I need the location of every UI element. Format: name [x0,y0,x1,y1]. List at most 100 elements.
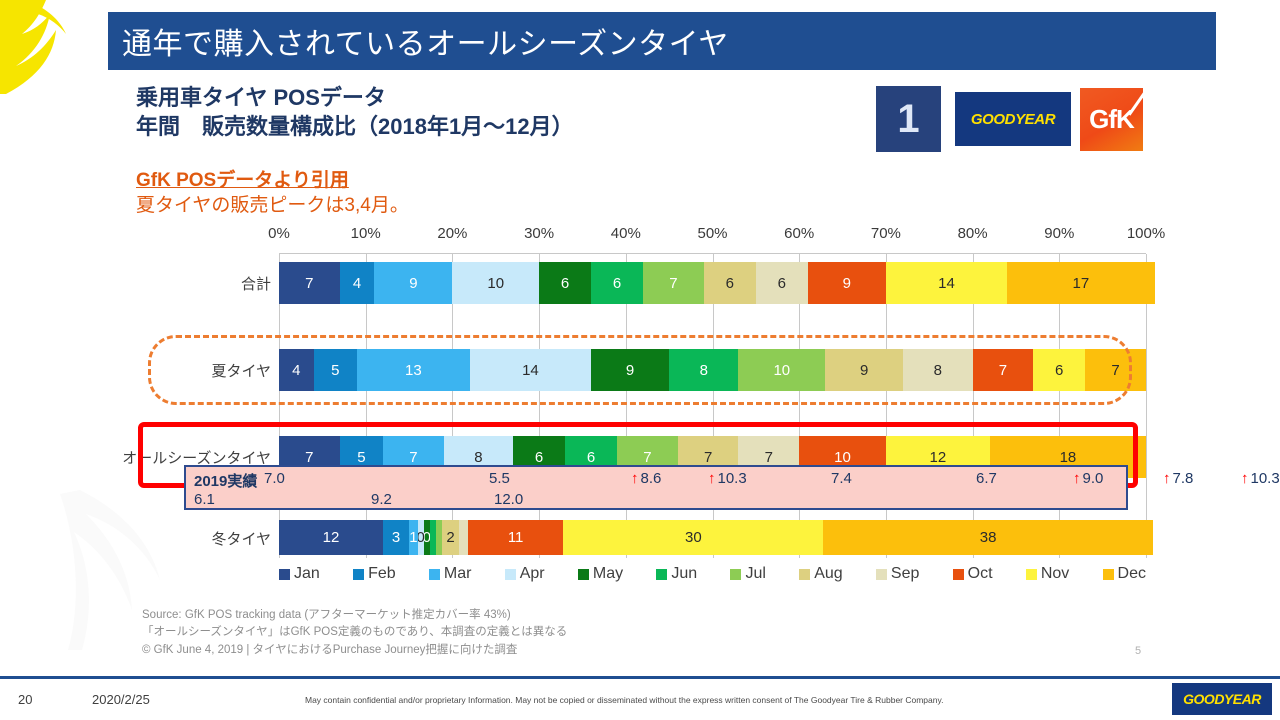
bar-segment-sep: 8 [903,349,973,391]
bar-segment-label: 12 [322,529,340,546]
row-label-0: 合計 [240,276,271,293]
arrow-up-icon: ↑ [1163,470,1171,487]
bar-segment-nov: 6 [1033,349,1086,391]
y-axis-category-labels: 合計 夏タイヤ オールシーズンタイヤ 冬タイヤ [122,253,275,558]
bar-segment-label: 18 [1059,448,1077,466]
x-tick-50pct: 50% [697,225,728,242]
legend-swatch-icon [1025,568,1037,580]
bar-segment-dec: 17 [1007,262,1155,304]
bar-segment-label: 10 [487,274,505,292]
bar-segment-mar: 9 [374,262,453,304]
bar-segment-label: 7 [305,274,314,292]
bar-segment-nov: 14 [885,262,1008,304]
goodyear-logo-text: GOODYEAR [970,110,1056,128]
bar-segment-label: 9 [859,361,869,379]
bar-segment-label: 10 [834,448,851,466]
legend-item-sep[interactable]: Sep [875,565,919,583]
bar-segment-mar: 1 [409,520,418,555]
subtitle-line-1: 乗用車タイヤ POSデータ [136,85,386,110]
bar-segment-feb: 4 [339,262,375,304]
x-tick-40pct: 40% [610,225,641,242]
bar-segment-label: 14 [938,274,955,292]
legend-item-feb[interactable]: Feb [353,565,396,583]
legend-label: Oct [967,565,993,582]
x-tick-10pct: 10% [350,225,381,242]
inner-page-number: 5 [1135,645,1142,657]
legend-label: Jun [671,565,698,582]
bar-segment-apr: 14 [469,349,592,391]
x-tick-70pct: 70% [870,225,901,242]
overlay-2019-value-text: 5.5 [489,470,510,487]
bar-segment-label: 7 [764,448,773,466]
gfk-logo-text: GfK [1089,104,1135,134]
overlay-2019-results-panel: 2019実績 7.0 5.5 ↑ 8.6 ↑ 10.3 7.4 6.7 ↑ 9.0 ↑ 7.8 ↑ 10.… [184,465,1280,510]
legend-item-dec[interactable]: Dec [1102,565,1146,583]
slide-number-badge: 1 [876,86,941,152]
legend-item-may[interactable]: May [577,565,624,583]
bar-segment-jan: 12 [279,520,384,555]
bar-segment-label: 7 [305,448,314,466]
bar-segment-label: 6 [586,448,596,466]
legend-item-jul[interactable]: Jul [730,565,766,583]
bar-segment-label: 8 [933,361,943,379]
legend-item-aug[interactable]: Aug [799,565,843,583]
bar-segment-may: 9 [591,349,670,391]
bar-segment-oct: 9 [807,262,886,304]
bar-segment-label: 4 [352,274,362,292]
overlay-2019-upper-value: ↑ 7.8 [1163,470,1193,487]
legend-item-jun[interactable]: Jun [656,565,697,583]
legend-swatch-icon [353,568,365,580]
chart-plot-area: 7 4 9 10 6 6 7 6 6 9 14 17 4 5 13 14 9 8 10 9 8 7 6 7 7 5 7 8 6 6 7 7 7 1… [279,253,1155,558]
legend-swatch-icon [952,568,964,580]
bar-segment-label: 1 [409,529,418,546]
legend-label: Feb [368,565,396,582]
bar-segment-jun: 6 [591,262,644,304]
overlay-2019-lower-value: 12.0 [494,491,524,508]
bar-segment-label: 9 [409,274,418,292]
chart-legend: Jan Feb Mar Apr May Jun Jul Aug Sep Oct Nov Dec [279,565,1146,583]
legend-item-mar[interactable]: Mar [428,565,471,583]
footer-goodyear-logo-text: GOODYEAR [1183,691,1261,707]
slide-title-bar: 通年で購入されているオールシーズンタイヤ [108,12,1216,70]
bar-segment-oct: 7 [972,349,1034,391]
legend-label: May [592,565,624,582]
bar-row: 7 4 9 10 6 6 7 6 6 9 14 17 [279,262,1155,304]
bar-segment-dec: 38 [823,520,1153,555]
bar-segment-mar: 13 [357,349,470,391]
bar-segment-label: 38 [979,529,997,546]
overlay-2019-value-text: 10.3 [717,470,747,487]
source-line-1: Source: GfK POS tracking data (アフターマーケット… [142,609,511,621]
overlay-2019-upper-value: ↑ 10.3 [708,470,747,487]
bar-segment-label: 12 [929,448,947,466]
page-title: 通年で購入されているオールシーズンタイヤ [122,28,729,61]
legend-swatch-icon [504,568,516,580]
legend-item-nov[interactable]: Nov [1025,565,1069,583]
bar-segment-may: 6 [539,262,592,304]
bar-segment-label: 9 [842,274,851,292]
bar-segment-label: 7 [643,448,652,466]
bar-segment-label: 6 [534,448,544,466]
overlay-2019-lower-value: 6.1 [194,491,215,508]
legend-item-jan[interactable]: Jan [279,565,320,583]
bar-segment-label: 2 [446,529,455,546]
bar-segment-label: 14 [522,361,539,379]
legend-label: Apr [519,565,545,582]
legend-item-apr[interactable]: Apr [504,565,545,583]
row-label-1: 夏タイヤ [211,363,271,380]
bar-segment-jan: 4 [279,349,314,391]
overlay-2019-value-text: 7.0 [264,470,285,487]
legend-item-oct[interactable]: Oct [952,565,993,583]
slide-footer: 20 2020/2/25 May contain confidential an… [0,679,1280,720]
footer-goodyear-logo: GOODYEAR [1172,683,1272,715]
bar-segment-label: 6 [777,274,786,292]
overlay-2019-value-text: 8.6 [640,470,662,487]
overlay-2019-value-text: 10.3 [1250,470,1280,487]
legend-swatch-icon [799,568,811,580]
x-tick-100pct: 100% [1126,225,1166,242]
bar-segment-label: 8 [474,448,483,466]
footer-divider-gap [237,672,497,674]
source-citation: Source: GfK POS tracking data (アフターマーケット… [142,607,567,640]
bar-segment-nov: 30 [563,520,824,555]
legend-label: Jul [745,565,766,582]
overlay-2019-upper-value: ↑ 10.3 [1241,470,1280,487]
